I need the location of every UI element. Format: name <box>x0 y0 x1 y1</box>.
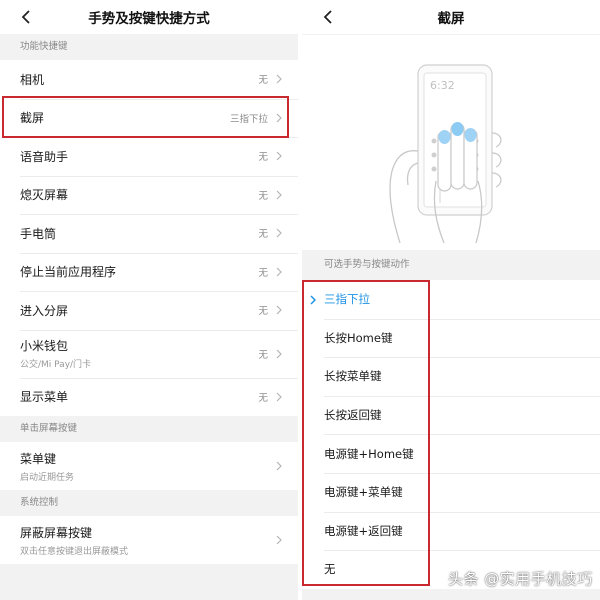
chevron-right-icon <box>310 294 317 308</box>
row-camera[interactable]: 相机 无 <box>0 60 298 99</box>
watermark: 头条 @实用手机技巧 <box>448 570 593 588</box>
chevron-right-icon <box>276 190 282 200</box>
chevron-right-icon <box>276 228 282 238</box>
chevron-right-icon <box>276 113 282 123</box>
screenshot-settings-screen: 截屏 6:32 可选手势与按键动作 三指下拉 长按Home键 长按菜单键 长按返… <box>302 0 600 600</box>
row-label: 菜单键 <box>20 451 57 466</box>
row-value: 三指下拉 <box>229 113 268 125</box>
row-split-screen[interactable]: 进入分屏 无 <box>0 291 298 330</box>
row-show-menu[interactable]: 显示菜单 无 <box>0 377 298 416</box>
back-button[interactable] <box>16 7 36 27</box>
row-label: 相机 <box>20 72 45 87</box>
row-sublabel: 启动近期任务 <box>20 472 75 483</box>
row-block-screen-keys[interactable]: 屏蔽屏幕按键 双击任意按键退出屏蔽模式 <box>0 516 298 564</box>
row-screenshot[interactable]: 截屏 三指下拉 <box>0 98 298 137</box>
row-value: 无 <box>258 152 268 164</box>
option-power-menu[interactable]: 电源键+菜单键 <box>302 472 600 512</box>
option-three-finger-swipe[interactable]: 三指下拉 <box>302 280 600 319</box>
section-label-system-control: 系统控制 <box>0 490 298 516</box>
option-label: 三指下拉 <box>324 292 370 307</box>
row-value: 无 <box>258 229 268 241</box>
three-finger-swipe-illustration: 6:32 <box>389 64 502 243</box>
row-stop-current-app[interactable]: 停止当前应用程序 无 <box>0 252 298 291</box>
row-screen-off[interactable]: 熄灭屏幕 无 <box>0 175 298 214</box>
option-label: 长按返回键 <box>324 408 382 423</box>
chevron-right-icon <box>276 267 282 277</box>
row-label: 熄灭屏幕 <box>20 188 69 203</box>
row-value: 无 <box>258 190 268 202</box>
row-menu-key[interactable]: 菜单键 启动近期任务 <box>0 442 298 490</box>
option-label: 电源键+Home键 <box>324 446 414 461</box>
row-label: 手电筒 <box>20 226 57 241</box>
chevron-left-icon <box>21 10 30 24</box>
chevron-left-icon <box>323 10 332 24</box>
option-power-home[interactable]: 电源键+Home键 <box>302 434 600 473</box>
row-value: 无 <box>258 75 268 87</box>
row-label: 停止当前应用程序 <box>20 265 117 280</box>
gesture-option-list: 三指下拉 长按Home键 长按菜单键 长按返回键 电源键+Home键 电源键+菜… <box>302 280 600 589</box>
chevron-right-icon <box>276 392 282 402</box>
option-label: 无 <box>324 562 336 577</box>
section-label-function-shortcuts: 功能快捷键 <box>0 34 298 60</box>
row-sublabel: 公交/Mi Pay/门卡 <box>20 360 92 370</box>
chevron-right-icon <box>276 535 282 545</box>
chevron-right-icon <box>276 349 282 359</box>
option-label: 电源键+返回键 <box>324 523 403 538</box>
gesture-shortcuts-screen: 手势及按键快捷方式 功能快捷键 相机 无 截屏 三指下拉 语音助手 无 熄灭屏幕… <box>0 0 298 600</box>
option-label: 长按菜单键 <box>324 369 382 384</box>
row-label: 屏蔽屏幕按键 <box>20 525 93 540</box>
gesture-illustration: 6:32 <box>302 35 600 250</box>
header: 手势及按键快捷方式 <box>0 0 298 34</box>
option-long-press-menu[interactable]: 长按菜单键 <box>302 357 600 396</box>
section-label-screen-buttons: 单击屏幕按键 <box>0 416 298 442</box>
row-value: 无 <box>258 267 268 279</box>
option-power-back[interactable]: 电源键+返回键 <box>302 511 600 551</box>
row-value: 无 <box>258 349 268 361</box>
row-label: 截屏 <box>20 111 45 126</box>
row-flashlight[interactable]: 手电筒 无 <box>0 214 298 253</box>
option-long-press-home[interactable]: 长按Home键 <box>302 318 600 358</box>
row-value: 无 <box>258 306 268 318</box>
row-voice-assistant[interactable]: 语音助手 无 <box>0 137 298 176</box>
chevron-right-icon <box>276 461 282 471</box>
option-label: 电源键+菜单键 <box>324 485 403 500</box>
row-label: 语音助手 <box>20 149 69 164</box>
page-title: 手势及按键快捷方式 <box>88 11 210 27</box>
phone-clock: 6:32 <box>430 79 455 92</box>
back-button[interactable] <box>318 7 338 27</box>
row-label: 显示菜单 <box>20 390 69 405</box>
header: 截屏 <box>302 0 600 34</box>
chevron-right-icon <box>276 151 282 161</box>
row-label: 小米钱包 <box>20 339 69 353</box>
section-label-options: 可选手势与按键动作 <box>302 250 600 280</box>
chevron-right-icon <box>276 305 282 315</box>
option-label: 长按Home键 <box>324 330 393 345</box>
row-mi-wallet[interactable]: 小米钱包 公交/Mi Pay/门卡 无 <box>0 329 298 378</box>
chevron-right-icon <box>276 74 282 84</box>
option-long-press-back[interactable]: 长按返回键 <box>302 395 600 435</box>
page-title: 截屏 <box>437 11 465 27</box>
row-label: 进入分屏 <box>20 303 69 318</box>
row-value: 无 <box>258 392 268 404</box>
row-sublabel: 双击任意按键退出屏蔽模式 <box>20 546 129 557</box>
